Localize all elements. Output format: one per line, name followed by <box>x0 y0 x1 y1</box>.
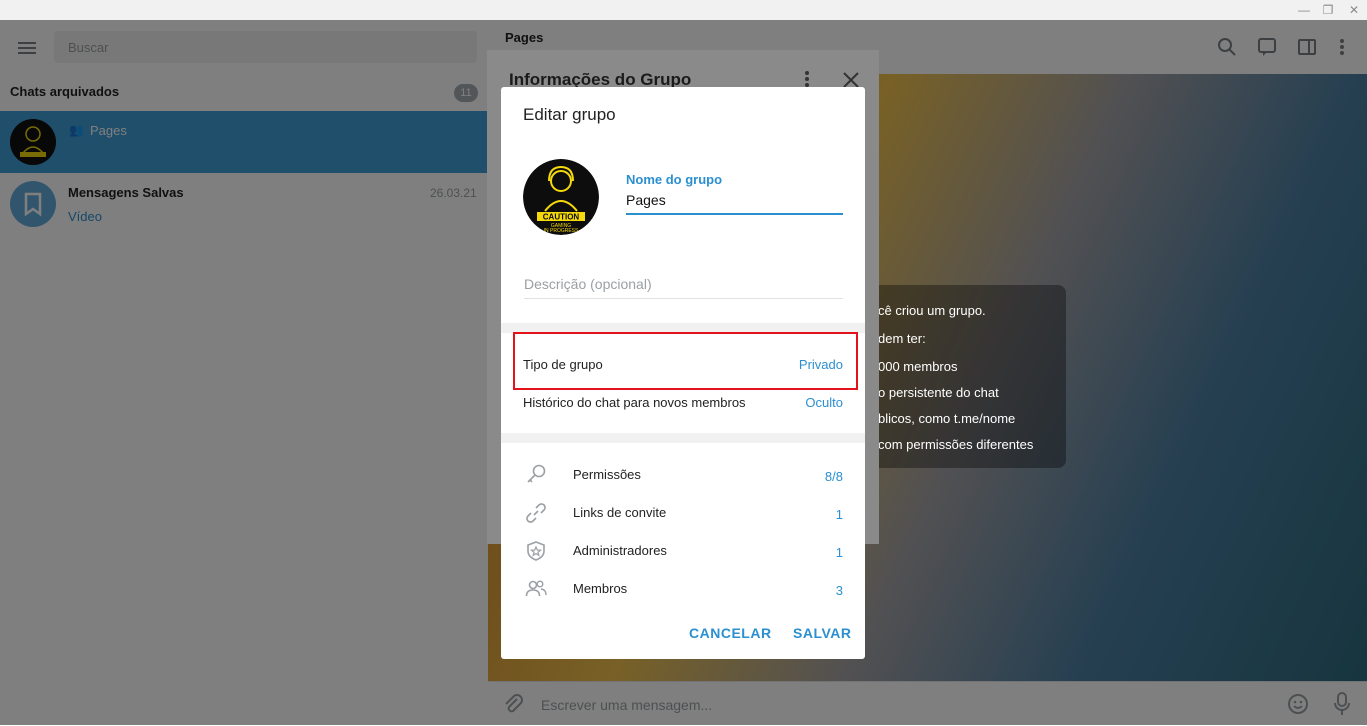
highlight-box <box>513 332 858 390</box>
service-line: dem ter: <box>878 331 926 346</box>
permissions-value: 8/8 <box>824 469 843 484</box>
minimize-icon[interactable]: — <box>1296 2 1312 18</box>
chat-history-label: Histórico do chat para novos membros <box>523 395 746 410</box>
window-titlebar <box>0 0 1367 20</box>
members-value: 3 <box>835 583 843 598</box>
administrators-value: 1 <box>835 545 843 560</box>
group-photo[interactable]: CAUTION GAMING IN PROGRESS <box>523 159 599 235</box>
invite-links-label: Links de convite <box>573 505 667 520</box>
key-icon <box>525 463 547 485</box>
restore-icon[interactable]: ❐ <box>1320 2 1336 18</box>
group-name-input[interactable]: Pages <box>626 192 666 208</box>
save-button[interactable]: SALVAR <box>793 625 851 641</box>
avatar-text-caution: CAUTION <box>543 213 580 222</box>
shield-star-icon <box>525 540 547 562</box>
cancel-button[interactable]: CANCELAR <box>689 625 772 641</box>
section-divider <box>501 433 865 443</box>
group-name-label: Nome do grupo <box>626 172 723 187</box>
chat-history-value: Oculto <box>805 395 843 410</box>
permissions-label: Permissões <box>573 467 641 482</box>
service-line: blicos, como t.me/nome <box>878 411 1016 426</box>
members-icon <box>525 578 547 600</box>
description-underline <box>524 298 843 299</box>
group-name-underline <box>626 213 843 215</box>
link-icon <box>525 502 547 524</box>
dialog-title: Editar grupo <box>523 105 616 124</box>
service-line: com permissões diferentes <box>878 437 1034 452</box>
service-line: cê criou um grupo. <box>878 303 986 318</box>
service-line: o persistente do chat <box>878 385 999 400</box>
members-label: Membros <box>573 581 628 596</box>
description-input[interactable]: Descrição (opcional) <box>524 276 652 292</box>
close-window-icon[interactable]: ✕ <box>1346 2 1362 18</box>
info-more-icon[interactable] <box>803 70 811 88</box>
administrators-label: Administradores <box>573 543 667 558</box>
invite-links-value: 1 <box>835 507 843 522</box>
service-line: 000 membros <box>878 359 958 374</box>
